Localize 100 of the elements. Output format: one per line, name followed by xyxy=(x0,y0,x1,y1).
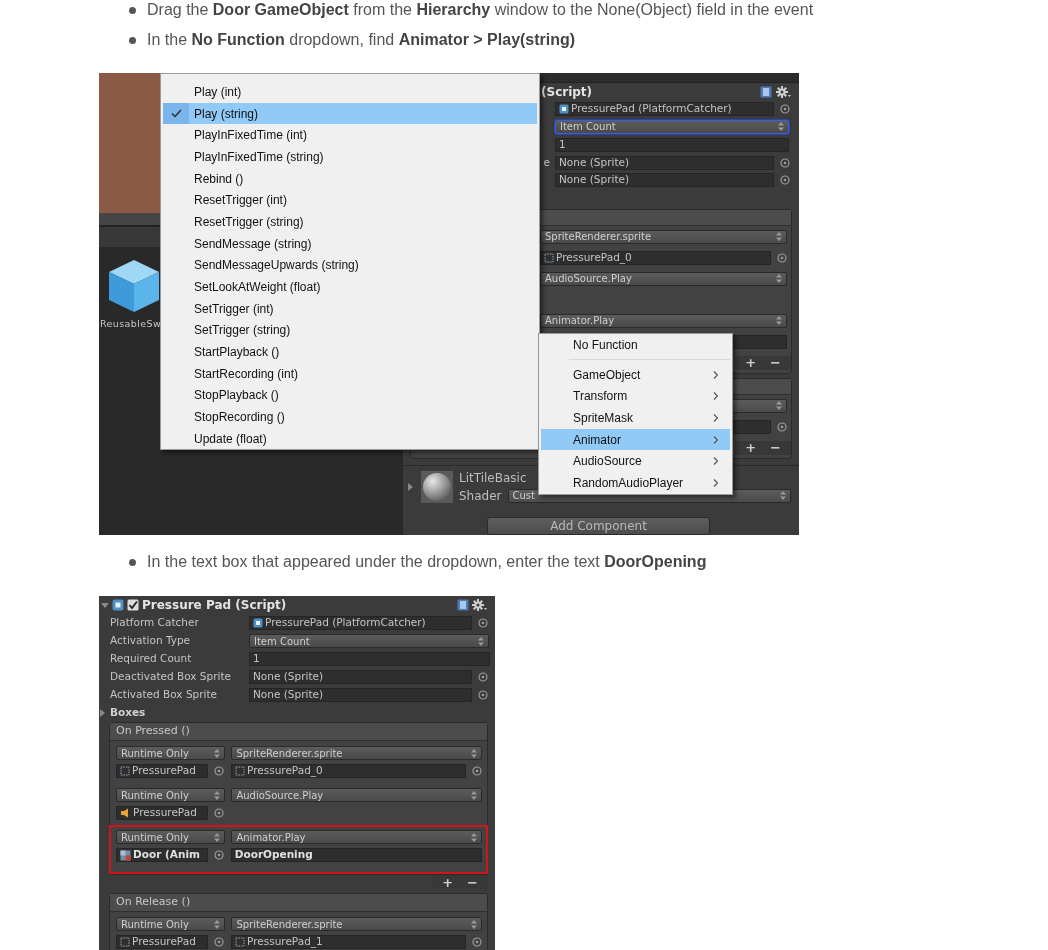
menu-item[interactable]: Rebind () xyxy=(163,167,537,190)
object-field[interactable]: PressurePad_0 xyxy=(540,250,771,265)
menu-item[interactable]: StopPlayback () xyxy=(163,384,537,407)
object-field[interactable]: PressurePad_0 xyxy=(231,764,466,778)
field-label: Deactivated Box Sprite xyxy=(109,669,232,685)
event-header: On Pressed () xyxy=(110,723,487,741)
sprite-icon xyxy=(120,937,130,947)
mode-dropdown[interactable]: Runtime Only xyxy=(116,830,226,844)
menu-item[interactable]: SetLookAtWeight (float) xyxy=(163,276,537,298)
menu-item[interactable]: StopRecording () xyxy=(163,406,537,428)
chevron-right-icon xyxy=(713,370,718,379)
book-icon[interactable] xyxy=(760,85,772,98)
object-field[interactable]: PressurePad_1 xyxy=(231,935,466,949)
foldout-triangle-icon[interactable] xyxy=(407,482,415,491)
object-field[interactable]: None (Sprite) xyxy=(555,155,774,170)
remove-button[interactable]: − xyxy=(467,875,478,889)
object-field[interactable]: None (Sprite) xyxy=(249,688,472,702)
object-field[interactable]: PressurePad (PlatformCatcher) xyxy=(249,616,472,630)
updown-arrow-icon xyxy=(214,748,221,758)
updown-arrow-icon xyxy=(471,790,477,800)
object-field[interactable]: PressurePad xyxy=(116,935,208,949)
field-label: Activation Type xyxy=(109,633,192,649)
object-field[interactable]: PressurePad (PlatformCatcher) xyxy=(555,101,774,116)
updown-arrow-icon xyxy=(214,832,221,842)
menu-item[interactable]: SpriteMask xyxy=(541,407,730,429)
menu-item[interactable]: No Function xyxy=(541,334,730,356)
method-dropdown[interactable]: SpriteRenderer.sprite xyxy=(231,746,482,760)
book-icon[interactable] xyxy=(457,599,469,611)
settings-icon[interactable] xyxy=(776,85,791,98)
script-icon xyxy=(253,618,263,628)
mode-dropdown[interactable]: Runtime Only xyxy=(116,746,226,760)
updown-arrow-icon xyxy=(779,491,786,501)
menu-item[interactable]: StartRecording (int) xyxy=(163,362,537,385)
remove-button[interactable]: − xyxy=(770,441,781,455)
method-dropdown[interactable]: AudioSource.Play xyxy=(540,271,787,286)
foldout-triangle-icon[interactable] xyxy=(99,709,107,717)
object-field[interactable]: PressurePad xyxy=(116,764,208,778)
input-field[interactable]: DoorOpening xyxy=(230,848,482,862)
input-field[interactable]: 1 xyxy=(555,137,789,152)
add-component-button[interactable]: Add Component xyxy=(487,517,710,535)
menu-item[interactable]: SetTrigger (string) xyxy=(163,319,537,342)
updown-arrow-icon xyxy=(478,636,484,646)
object-field[interactable]: PressurePad xyxy=(116,806,208,820)
add-button[interactable]: + xyxy=(745,356,757,370)
chevron-right-icon xyxy=(713,435,718,444)
method-dropdown[interactable]: SpriteRenderer.sprite xyxy=(540,229,787,244)
menu-item[interactable]: SetTrigger (int) xyxy=(163,297,537,320)
menu-item[interactable]: GameObject xyxy=(541,364,730,386)
menu-item[interactable]: Play (string) xyxy=(163,102,537,125)
method-dropdown[interactable]: SpriteRenderer.sprite xyxy=(231,917,482,931)
picker-icon[interactable] xyxy=(213,850,224,860)
foldout-triangle-icon[interactable] xyxy=(101,601,109,609)
picker-icon[interactable] xyxy=(214,808,224,818)
picker-icon[interactable] xyxy=(777,252,787,263)
picker-icon[interactable] xyxy=(780,157,790,168)
menu-item[interactable]: ResetTrigger (string) xyxy=(163,211,537,233)
section-label: Boxes xyxy=(110,705,146,721)
object-field[interactable]: Door (Anim xyxy=(116,848,208,862)
picker-icon[interactable] xyxy=(780,175,790,186)
picker-icon[interactable] xyxy=(780,103,790,114)
object-field[interactable]: None (Sprite) xyxy=(249,670,472,684)
method-dropdown[interactable]: Animator.Play xyxy=(540,313,787,328)
menu-item[interactable]: PlayInFixedTime (string) xyxy=(163,146,537,168)
add-button[interactable]: + xyxy=(442,875,454,889)
picker-icon[interactable] xyxy=(472,937,482,947)
cube-icon[interactable] xyxy=(108,259,160,313)
menu-item[interactable]: SendMessageUpwards (string) xyxy=(163,254,537,277)
chevron-right-icon xyxy=(713,414,718,422)
picker-icon[interactable] xyxy=(214,766,224,776)
picker-icon[interactable] xyxy=(472,766,482,776)
mode-dropdown[interactable]: Runtime Only xyxy=(116,788,226,802)
menu-item[interactable]: ResetTrigger (int) xyxy=(163,189,537,212)
menu-item[interactable]: Update (float) xyxy=(163,428,537,450)
menu-item[interactable]: SendMessage (string) xyxy=(163,232,537,255)
updown-arrow-icon xyxy=(471,919,477,929)
menu-item[interactable]: Transform xyxy=(541,385,730,408)
mode-dropdown[interactable]: Runtime Only xyxy=(116,917,226,931)
picker-icon[interactable] xyxy=(214,937,224,947)
script-icon xyxy=(112,599,124,611)
object-field[interactable]: None (Sprite) xyxy=(555,173,774,188)
dropdown[interactable]: Item Count xyxy=(555,119,789,134)
material-name: LitTileBasic xyxy=(459,469,527,487)
menu-item[interactable]: StartPlayback () xyxy=(163,341,537,363)
checkbox[interactable] xyxy=(127,599,139,611)
picker-icon[interactable] xyxy=(478,618,488,628)
menu-item[interactable]: Play (int) xyxy=(163,81,537,103)
dropdown[interactable]: Item Count xyxy=(249,634,489,648)
settings-icon[interactable] xyxy=(472,599,487,611)
chevron-right-icon xyxy=(713,478,718,487)
remove-button[interactable]: − xyxy=(770,356,781,370)
input-field[interactable]: 1 xyxy=(249,652,490,666)
picker-icon[interactable] xyxy=(777,421,787,432)
menu-item[interactable]: AudioSource xyxy=(541,450,730,472)
add-button[interactable]: + xyxy=(745,441,757,455)
method-dropdown[interactable]: Animator.Play xyxy=(231,830,482,844)
menu-item[interactable]: Animator xyxy=(541,428,730,451)
instruction-text: Drag the Door GameObject from the Hierarchy window to the None(Object) field in the event xyxy=(147,0,814,20)
method-dropdown[interactable]: AudioSource.Play xyxy=(231,788,482,802)
menu-item[interactable]: PlayInFixedTime (int) xyxy=(163,124,537,147)
updown-arrow-icon xyxy=(778,122,784,132)
